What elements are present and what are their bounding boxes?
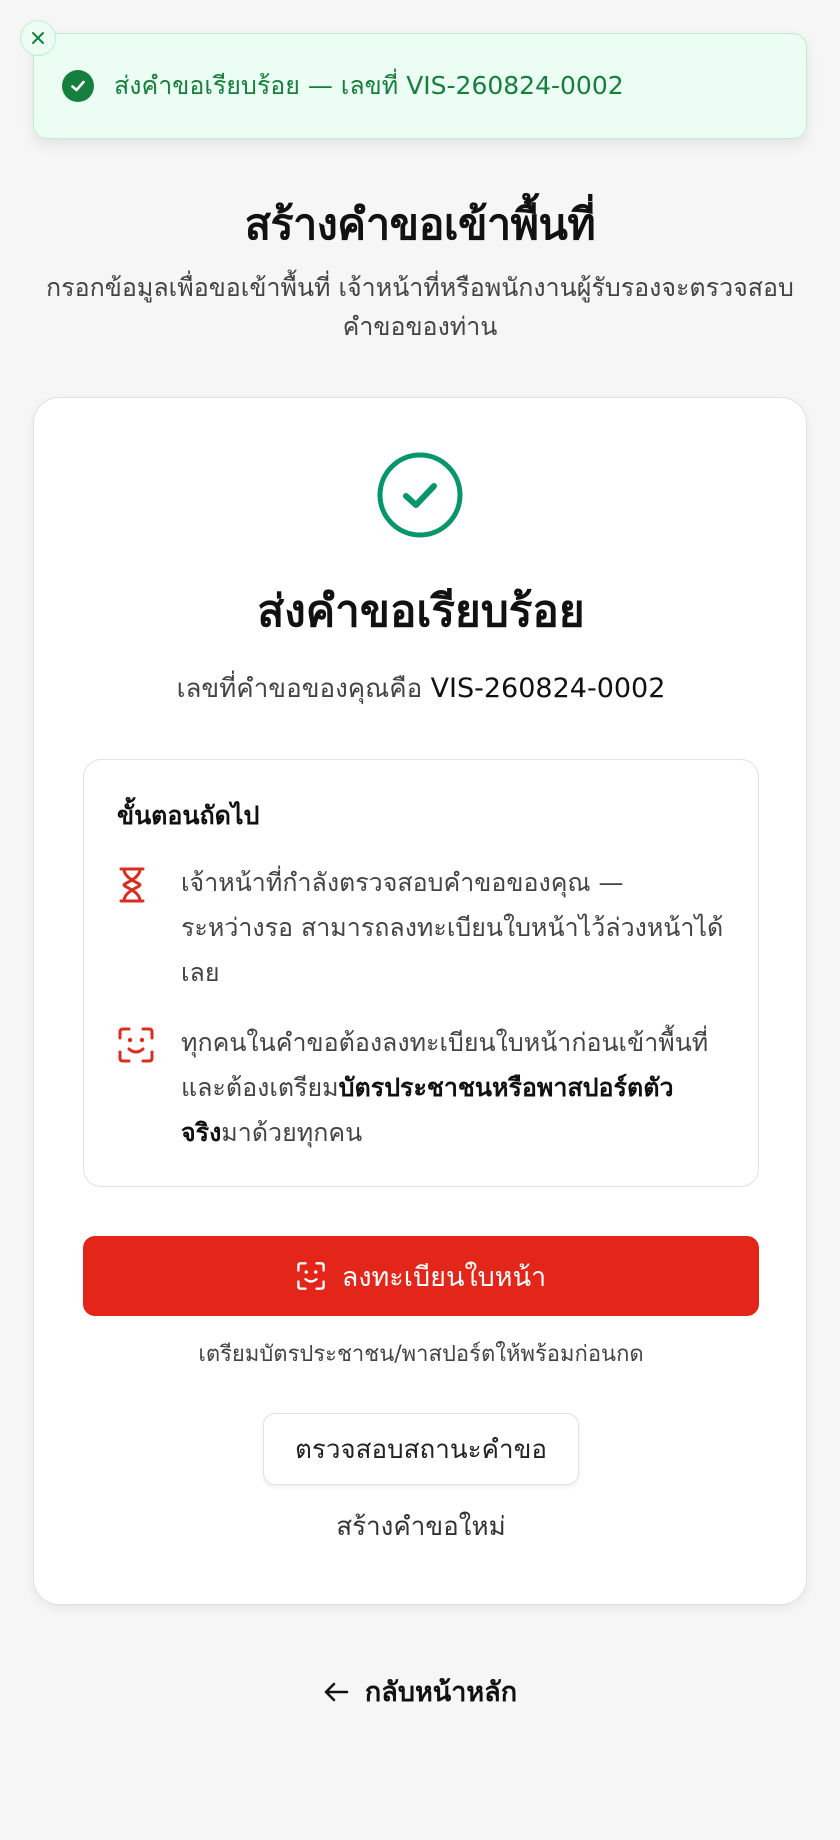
register-face-button-label: ลงทะเบียนใบหน้า	[341, 1261, 547, 1293]
face-scan-icon	[118, 1027, 154, 1063]
next-step-text-bold: จริง	[181, 1118, 222, 1147]
page-subtitle-line: กรอกข้อมูลเพื่อขอเข้าพื้นที่ เจ้าหน้าที่…	[46, 273, 794, 302]
next-step-text: และต้องเตรียมบัตรประชาชนหรือพาสปอร์ตตัว	[181, 1065, 708, 1110]
arrow-left-icon	[324, 1682, 349, 1701]
next-step-text: ระหว่างรอ สามารถลงทะเบียนใบหน้าไว้ล่วงหน…	[181, 913, 724, 942]
page-subtitle-line: คำขอของท่าน	[342, 312, 498, 341]
next-step-text-part: และต้องเตรียม	[181, 1073, 339, 1102]
toast-check-icon	[62, 70, 94, 102]
request-number-label: เลขที่คำขอของคุณคือ	[176, 674, 423, 704]
next-step-item: ทุกคนในคำขอต้องลงทะเบียนใบหน้าก่อนเข้าพื…	[117, 1020, 737, 1155]
back-home-label: กลับหน้าหลัก	[364, 1677, 518, 1708]
new-request-link[interactable]: สร้างคำขอใหม่	[34, 1506, 808, 1547]
next-step-text-bold: บัตรประชาชนหรือพาสปอร์ตตัว	[338, 1073, 674, 1102]
next-steps-title: ขั้นตอนถัดไป	[117, 801, 260, 830]
register-face-button[interactable]: ลงทะเบียนใบหน้า	[83, 1236, 759, 1316]
next-step-text: ทุกคนในคำขอต้องลงทะเบียนใบหน้าก่อนเข้าพื…	[181, 1028, 709, 1057]
check-circle-icon	[377, 452, 463, 538]
toast-close-button[interactable]	[20, 20, 56, 56]
next-step-item: เจ้าหน้าที่กำลังตรวจสอบคำขอของคุณ — ระหว…	[117, 860, 737, 995]
page-title: สร้างคำขอเข้าพื้นที่	[244, 200, 596, 250]
next-step-text-part: มาด้วยทุกคน	[221, 1118, 363, 1147]
next-step-text: จริงมาด้วยทุกคน	[181, 1110, 708, 1155]
toast-message: ส่งคำขอเรียบร้อย — เลขที่ VIS-260824-000…	[114, 71, 624, 100]
face-scan-icon	[296, 1262, 325, 1290]
request-number: VIS-260824-0002	[430, 673, 666, 704]
next-step-text: เจ้าหน้าที่กำลังตรวจสอบคำขอของคุณ —	[181, 868, 624, 897]
success-card: ส่งคำขอเรียบร้อย เลขที่คำขอของคุณคือ VIS…	[33, 397, 807, 1605]
register-hint: เตรียมบัตรประชาชน/พาสปอร์ตให้พร้อมก่อนกด	[198, 1342, 644, 1367]
page: ส่งคำขอเรียบร้อย — เลขที่ VIS-260824-000…	[0, 0, 840, 1840]
close-icon	[32, 32, 44, 44]
check-status-button[interactable]: ตรวจสอบสถานะคำขอ	[263, 1413, 579, 1485]
hourglass-icon	[119, 867, 145, 903]
next-steps-box: ขั้นตอนถัดไป เจ้าหน้าที่กำลังตรวจสอบคำขอ…	[83, 759, 759, 1187]
success-title: ส่งคำขอเรียบร้อย	[257, 586, 585, 637]
page-subtitle: กรอกข้อมูลเพื่อขอเข้าพื้นที่ เจ้าหน้าที่…	[30, 268, 810, 346]
success-toast: ส่งคำขอเรียบร้อย — เลขที่ VIS-260824-000…	[20, 20, 807, 139]
back-home-link[interactable]: กลับหน้าหลัก	[0, 1670, 840, 1713]
request-number-line: เลขที่คำขอของคุณคือ VIS-260824-0002	[34, 668, 808, 709]
next-step-text: เลย	[181, 958, 220, 987]
